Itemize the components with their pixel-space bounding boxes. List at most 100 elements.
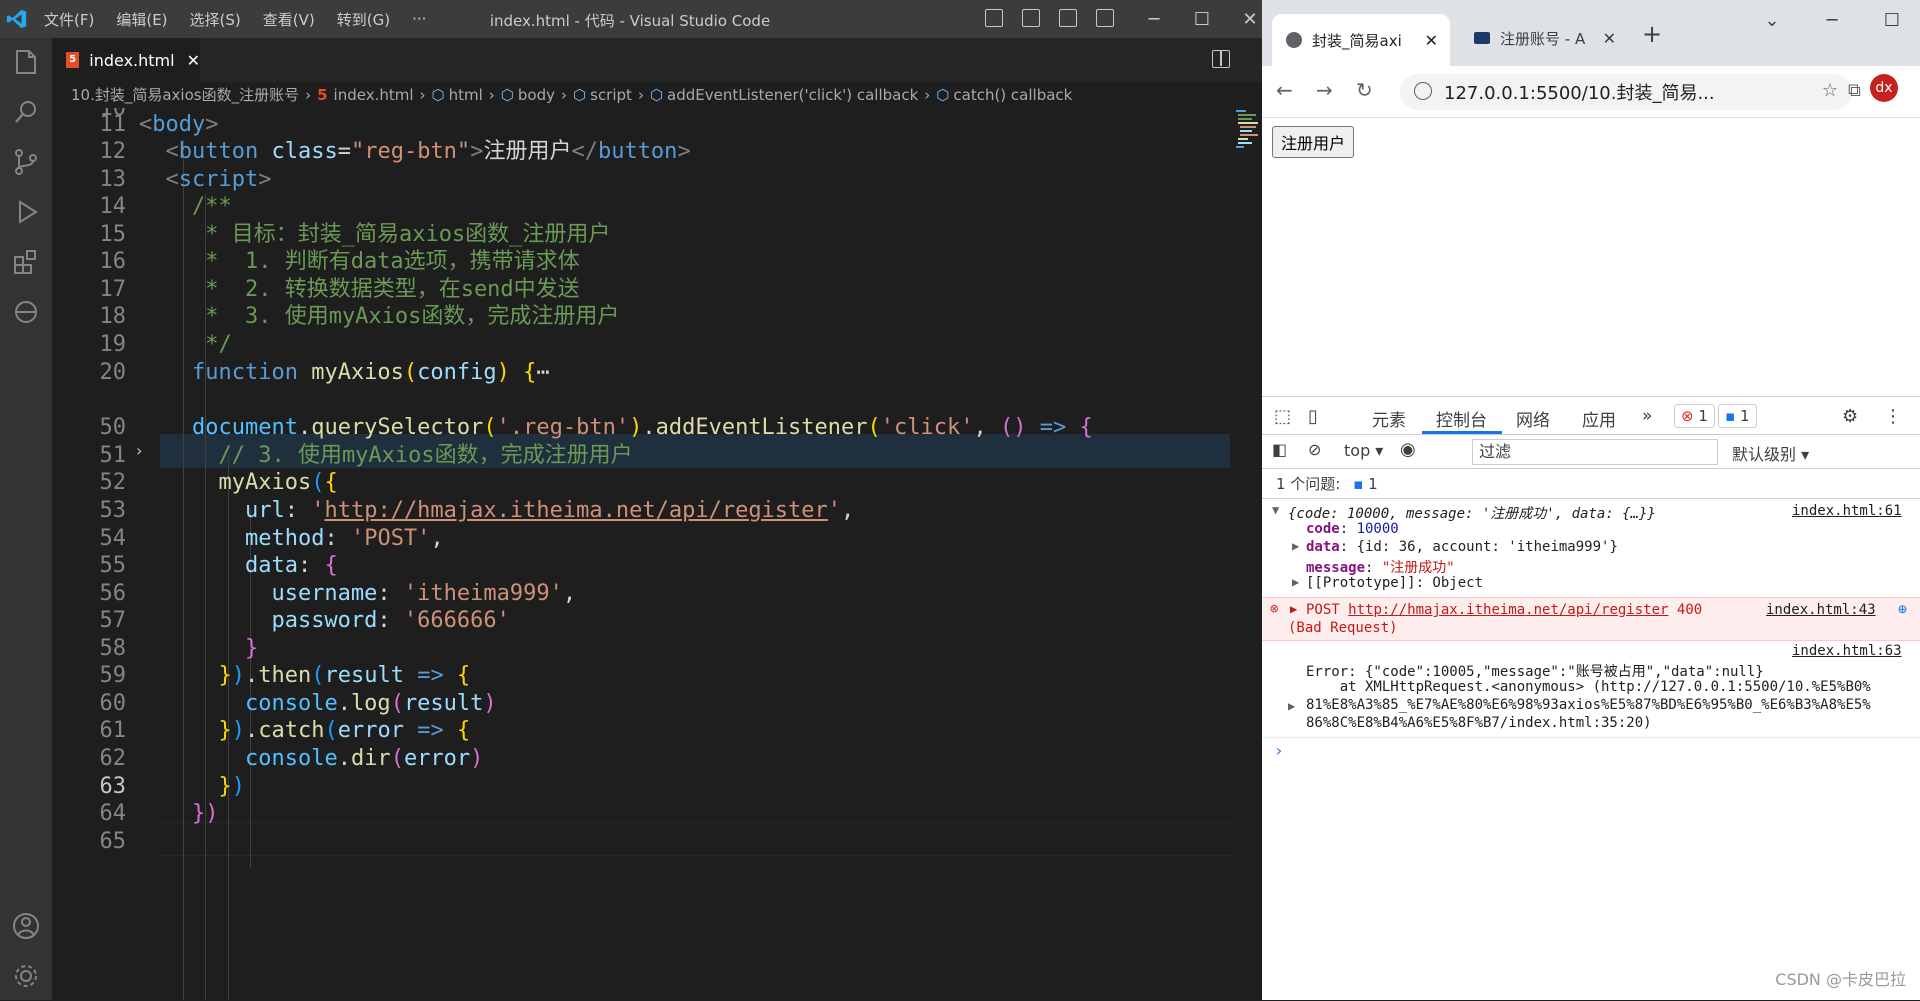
tab-search-chevron-down-icon[interactable]: ⌄: [1742, 10, 1802, 31]
remote-explorer-icon[interactable]: [8, 294, 44, 330]
expand-chevron-down-icon[interactable]: ▼: [1272, 503, 1279, 517]
tab-index-html[interactable]: 5 index.html ✕: [52, 38, 200, 82]
line-number: 65: [99, 829, 127, 854]
html5-icon: 5: [66, 52, 80, 68]
code-editor[interactable]: 10 11 12 13 14 15 16 17 18 19 20 50 51 52 53 54 55 56 57 58…: [52, 108, 1262, 1000]
tab-network[interactable]: 网络: [1516, 406, 1550, 431]
close-tab-icon[interactable]: ✕: [1425, 31, 1438, 50]
toggle-panel-icon[interactable]: [1022, 9, 1040, 27]
dir-source-link[interactable]: index.html:63: [1792, 643, 1902, 659]
profile-avatar[interactable]: dx: [1870, 74, 1898, 102]
more-tabs-icon[interactable]: »: [1642, 406, 1652, 426]
settings-gear-icon[interactable]: ⚙: [1842, 406, 1858, 427]
breadcrumb-callback[interactable]: addEventListener('click') callback: [667, 86, 918, 104]
close-tab-icon[interactable]: ✕: [1603, 29, 1616, 48]
site-info-icon[interactable]: [1414, 82, 1432, 100]
device-toolbar-icon[interactable]: ▯: [1308, 406, 1318, 427]
extensions-icon[interactable]: [8, 244, 44, 280]
menu-go[interactable]: 转到(G): [337, 9, 390, 30]
dir-stack-line: at XMLHttpRequest.<anonymous> (http://12…: [1306, 679, 1871, 695]
explorer-icon[interactable]: [8, 44, 44, 80]
toggle-sidebar-icon[interactable]: [985, 9, 1003, 27]
close-tab-icon[interactable]: ✕: [187, 51, 200, 70]
error-source-link[interactable]: index.html:43: [1766, 602, 1876, 618]
menu-selection[interactable]: 选择(S): [190, 9, 241, 30]
breadcrumb: 10.封装_简易axios函数_注册账号 › 5 index.html › ⬡ html › ⬡…: [52, 82, 1262, 108]
tab-application[interactable]: 应用: [1582, 406, 1616, 431]
breadcrumb-file[interactable]: index.html: [334, 86, 414, 104]
code-area[interactable]: <body> <button class="reg-btn">注册用户</but…: [139, 108, 1230, 1000]
error-url-link[interactable]: http://hmajax.itheima.net/api/register: [1348, 602, 1668, 618]
menu-edit[interactable]: 编辑(E): [116, 9, 167, 30]
customize-layout-icon[interactable]: [1096, 9, 1114, 27]
console-filter-input[interactable]: 过滤: [1472, 439, 1718, 465]
element-icon: ⬡: [573, 86, 587, 104]
browser-tab-title: 注册账号 - A: [1500, 29, 1586, 48]
menu-file[interactable]: 文件(F): [44, 9, 94, 30]
log-summary[interactable]: {code: 10000, message: '注册成功', data: {…}…: [1288, 503, 1656, 523]
maximize-icon[interactable]: ☐: [1178, 9, 1226, 30]
error-icon: ⊗: [1270, 601, 1279, 617]
split-editor-icon[interactable]: [1212, 50, 1230, 68]
issues-label: 1 个问题:: [1276, 475, 1341, 493]
site-favicon-icon: [1474, 32, 1490, 44]
error-count-badge[interactable]: ⊗ 1: [1674, 404, 1715, 428]
minimize-icon[interactable]: ─: [1130, 9, 1178, 30]
clear-console-icon[interactable]: ⊘: [1308, 440, 1321, 459]
source-control-icon[interactable]: [8, 144, 44, 180]
error-icon: ⊗: [1681, 407, 1694, 425]
expand-chevron-right-icon[interactable]: ▶: [1290, 602, 1297, 616]
register-user-button[interactable]: 注册用户: [1272, 126, 1355, 158]
minimap[interactable]: [1234, 108, 1262, 178]
dir-stack-line: 86%8C%E8%B4%A6%E5%8F%B7/index.html:35:20…: [1306, 715, 1652, 731]
console-output[interactable]: ▼ {code: 10000, message: '注册成功', data: {…: [1262, 499, 1920, 1001]
context-selector[interactable]: top ▾: [1344, 441, 1383, 460]
log-prop-prototype[interactable]: [[Prototype]]: Object: [1306, 575, 1483, 591]
settings-gear-icon[interactable]: [8, 958, 44, 994]
page-viewport: 注册用户: [1262, 118, 1920, 396]
bookmark-star-icon[interactable]: ☆: [1822, 80, 1838, 101]
run-debug-icon[interactable]: [8, 194, 44, 230]
menu-more[interactable]: ···: [412, 10, 426, 28]
reload-icon[interactable]: ↻: [1356, 78, 1373, 102]
url-input[interactable]: 127.0.0.1:5500/10.封装_简易... ☆: [1400, 74, 1852, 110]
breadcrumb-catch[interactable]: catch() callback: [953, 86, 1072, 104]
url-text: 127.0.0.1:5500/10.封装_简易...: [1444, 83, 1715, 104]
new-tab-icon[interactable]: +: [1642, 20, 1662, 48]
expand-chevron-right-icon[interactable]: ▶: [1288, 699, 1295, 713]
error-row[interactable]: ⊗ ▶ POST http://hmajax.itheima.net/api/r…: [1262, 597, 1920, 641]
issues-bar[interactable]: 1 个问题: ▪ 1: [1262, 469, 1920, 499]
browser-tab[interactable]: 注册账号 - A ✕: [1458, 18, 1628, 58]
search-icon[interactable]: [8, 94, 44, 130]
expand-chevron-right-icon[interactable]: ▶: [1292, 539, 1299, 553]
console-prompt[interactable]: ›: [1274, 741, 1284, 760]
back-arrow-icon[interactable]: ←: [1276, 78, 1293, 102]
menu-view[interactable]: 查看(V): [263, 9, 315, 30]
issues-count-badge[interactable]: ▪ 1: [1718, 404, 1757, 428]
log-source-link[interactable]: index.html:61: [1792, 503, 1902, 519]
log-levels-dropdown[interactable]: 默认级别 ▾: [1732, 441, 1809, 465]
browser-tab-active[interactable]: 封装_简易axi ✕: [1272, 14, 1450, 66]
forward-arrow-icon[interactable]: →: [1316, 78, 1333, 102]
kebab-menu-icon[interactable]: ⋮: [1884, 406, 1902, 427]
expand-chevron-right-icon[interactable]: ▶: [1292, 575, 1299, 589]
breadcrumb-html[interactable]: html: [449, 86, 483, 104]
code-line: }): [191, 801, 219, 826]
live-expression-eye-icon[interactable]: ◉: [1400, 439, 1416, 460]
extensions-puzzle-icon[interactable]: ⧉: [1848, 80, 1861, 101]
breadcrumb-folder[interactable]: 10.封装_简易axios函数_注册账号: [71, 86, 299, 104]
tab-elements[interactable]: 元素: [1372, 406, 1406, 431]
message-icon: ▪: [1353, 475, 1364, 493]
breadcrumb-script[interactable]: script: [590, 86, 632, 104]
network-request-icon[interactable]: ⊕: [1898, 600, 1907, 618]
element-icon: ⬡: [500, 86, 514, 104]
minimize-icon[interactable]: ─: [1802, 10, 1862, 31]
account-icon[interactable]: [8, 908, 44, 944]
breadcrumb-body[interactable]: body: [518, 86, 555, 104]
toggle-secondary-sidebar-icon[interactable]: [1059, 9, 1077, 27]
maximize-icon[interactable]: ☐: [1862, 10, 1920, 31]
sidebar-toggle-icon[interactable]: ◧: [1272, 440, 1287, 459]
tab-console[interactable]: 控制台: [1436, 406, 1487, 431]
log-prop-data[interactable]: data: {id: 36, account: 'itheima999'}: [1306, 539, 1618, 555]
inspect-element-icon[interactable]: ⬚: [1274, 406, 1291, 427]
